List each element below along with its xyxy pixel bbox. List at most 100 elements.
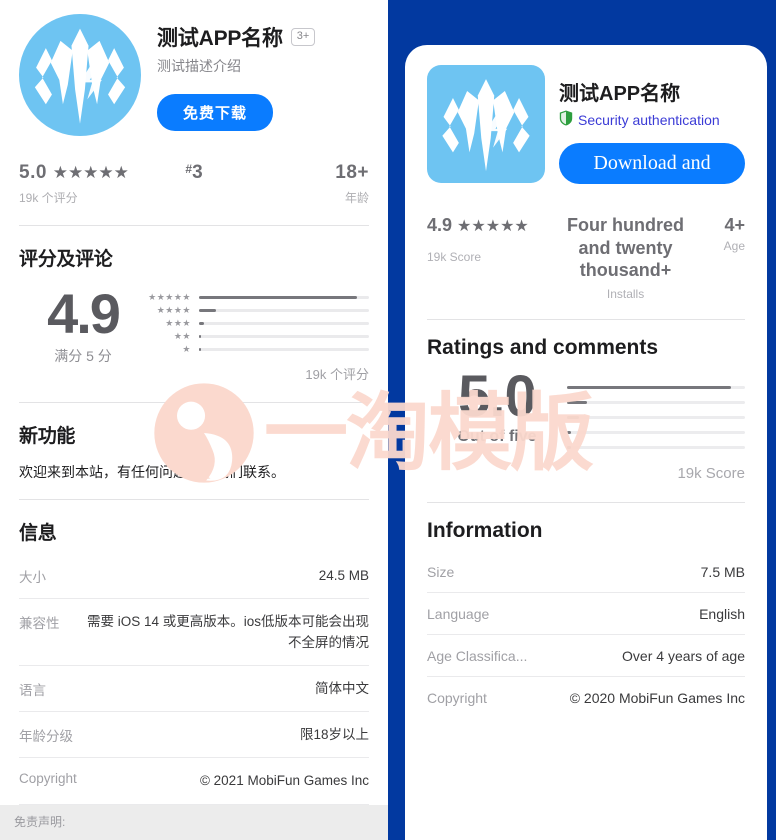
- average-rating: 4.9: [47, 282, 121, 345]
- app-title-row: 测试APP名称 3+: [157, 22, 369, 52]
- bar-track: [199, 335, 369, 338]
- table-row: 兼容性 需要 iOS 14 或更高版本。ios低版本可能会出现不全屏的情况: [19, 599, 369, 666]
- out-of-label: 满分 5 分: [54, 348, 112, 365]
- ratings-block: 4.9 满分 5 分 ★★★★★ ★★★★ ★★★ ★★ ★ 19k 个评分: [0, 271, 388, 383]
- info-table: 大小 24.5 MB 兼容性 需要 iOS 14 或更高版本。ios低版本可能会…: [0, 545, 388, 840]
- rank-value-row: #3: [136, 162, 253, 184]
- age-sub-label: Age: [723, 238, 746, 253]
- shield-glyph: [559, 110, 573, 126]
- rating-bar-row: [567, 395, 745, 410]
- info-value: Over 4 years of age: [622, 647, 745, 664]
- bar-track: [199, 296, 369, 299]
- info-heading: Information: [427, 518, 543, 542]
- info-key: 语言: [19, 682, 46, 698]
- download-button[interactable]: Download and: [559, 143, 745, 184]
- page-title: 测试APP名称: [157, 27, 283, 50]
- rating-count-label: 19k 个评分: [19, 191, 78, 205]
- whats-new-body: 欢迎来到本站，有任何问题请与我们联系。: [19, 464, 285, 480]
- age-sub-label: 年龄: [345, 191, 370, 205]
- rating-bar-row: [567, 440, 745, 455]
- right-app-page: 测试APP名称 Security authentication Download…: [388, 0, 776, 840]
- stat-rating: 5.0 ★★★★★ 19k 个评分: [19, 162, 136, 206]
- shield-icon: [559, 110, 573, 129]
- info-key: 年龄分级: [19, 729, 73, 744]
- big-score-group: 5.0 Out of five: [427, 363, 567, 482]
- bar-fill: [567, 430, 571, 434]
- bar-fill: [199, 348, 201, 351]
- stat-age: 18+ 年龄: [252, 162, 369, 206]
- average-rating: 5.0: [458, 363, 537, 429]
- info-value: English: [699, 605, 745, 622]
- info-value: © 2021 MobiFun Games Inc: [199, 773, 369, 789]
- table-row: Age Classifica... Over 4 years of age: [427, 635, 745, 677]
- bar-fill: [199, 296, 358, 299]
- info-value: 简体中文: [315, 680, 369, 696]
- bar-fill: [567, 445, 571, 449]
- page-title: 测试APP名称: [559, 83, 681, 105]
- stat-rank: #3: [136, 162, 253, 184]
- info-heading: 信息: [19, 523, 57, 544]
- star-icon-label: ★: [182, 344, 191, 354]
- info-key: 兼容性: [19, 616, 60, 632]
- app-logo-glyph: [34, 28, 126, 124]
- app-logo-glyph: [442, 79, 530, 172]
- left-stats-row: 5.0 ★★★★★ 19k 个评分 #3 18+ 年龄: [0, 136, 388, 206]
- big-score-group: 4.9 满分 5 分: [19, 281, 147, 366]
- bar-track: [199, 348, 369, 351]
- info-key: 大小: [19, 570, 46, 585]
- app-icon: [19, 14, 141, 136]
- rating-bar-row: [567, 410, 745, 425]
- star-icon-label: ★★★★: [156, 305, 191, 315]
- info-value: 24.5 MB: [318, 568, 369, 583]
- security-badge: Security authentication: [559, 110, 745, 129]
- bar-fill: [567, 385, 731, 389]
- bar-fill: [567, 400, 587, 404]
- info-value: 需要 iOS 14 或更高版本。ios低版本可能会出现不全屏的情况: [86, 614, 369, 650]
- security-label: Security authentication: [578, 111, 720, 128]
- rating-bar-row: ★★★: [147, 317, 369, 330]
- table-row: Size 7.5 MB: [427, 551, 745, 593]
- rating-bar-row: [567, 380, 745, 395]
- ratings-block: 5.0 Out of five 19k Score: [405, 360, 767, 482]
- screenshot-root: 测试APP名称 3+ 测试描述介绍 免费下载 5.0 ★★★★★ 19k 个评分…: [0, 0, 776, 840]
- rating-value: 4.9: [427, 215, 453, 235]
- info-value: © 2020 MobiFun Games Inc: [569, 689, 745, 706]
- bar-fill: [199, 322, 205, 325]
- table-row: Copyright © 2020 MobiFun Games Inc: [427, 677, 745, 718]
- stat-rating: 4.9 ★★★★★ 19k Score: [427, 214, 554, 264]
- disclaimer-footer: 免责声明:: [0, 805, 388, 840]
- table-row: 年龄分级 限18岁以上: [19, 712, 369, 759]
- info-key: Copyright: [427, 689, 487, 706]
- rating-value-row: 4.9 ★★★★★: [427, 214, 554, 237]
- right-header: 测试APP名称 Security authentication Download…: [405, 45, 767, 184]
- star-icon-label: ★★: [173, 331, 191, 341]
- stat-installs: Four hundred and twenty thousand+ Instal…: [554, 214, 697, 301]
- app-icon: [427, 65, 545, 183]
- info-value: 7.5 MB: [700, 563, 745, 580]
- rating-bars: ★★★★★ ★★★★ ★★★ ★★ ★ 19k 个评分: [147, 281, 369, 383]
- app-subtitle: 测试描述介绍: [157, 58, 241, 74]
- star-icon-group: ★★★★★: [457, 218, 529, 235]
- bar-track: [567, 445, 745, 449]
- stat-age: 4+ Age: [697, 214, 745, 253]
- left-header-text: 测试APP名称 3+ 测试描述介绍 免费下载: [141, 14, 369, 136]
- rating-value-row: 5.0 ★★★★★: [19, 162, 136, 184]
- rating-bar-row: [567, 425, 745, 440]
- ratings-heading: 评分及评论: [19, 249, 113, 270]
- bar-track: [567, 415, 745, 419]
- info-key: Age Classifica...: [427, 647, 528, 664]
- installs-value: Four hundred and twenty thousand+: [567, 215, 685, 280]
- info-key: Copyright: [19, 771, 77, 787]
- table-row: 语言 简体中文: [19, 666, 369, 712]
- bar-track: [199, 309, 369, 312]
- table-row: 大小 24.5 MB: [19, 553, 369, 600]
- bar-track: [567, 400, 745, 404]
- info-table: Size 7.5 MB Language English Age Classif…: [405, 543, 767, 718]
- bar-fill: [567, 415, 580, 419]
- ratings-count-label: 19k Score: [677, 464, 745, 482]
- right-header-text: 测试APP名称 Security authentication Download…: [545, 65, 745, 184]
- download-button[interactable]: 免费下载: [157, 94, 274, 131]
- rating-bar-row: ★★: [147, 330, 369, 343]
- whats-new-heading: 新功能: [19, 426, 76, 447]
- rank-value: 3: [192, 162, 203, 183]
